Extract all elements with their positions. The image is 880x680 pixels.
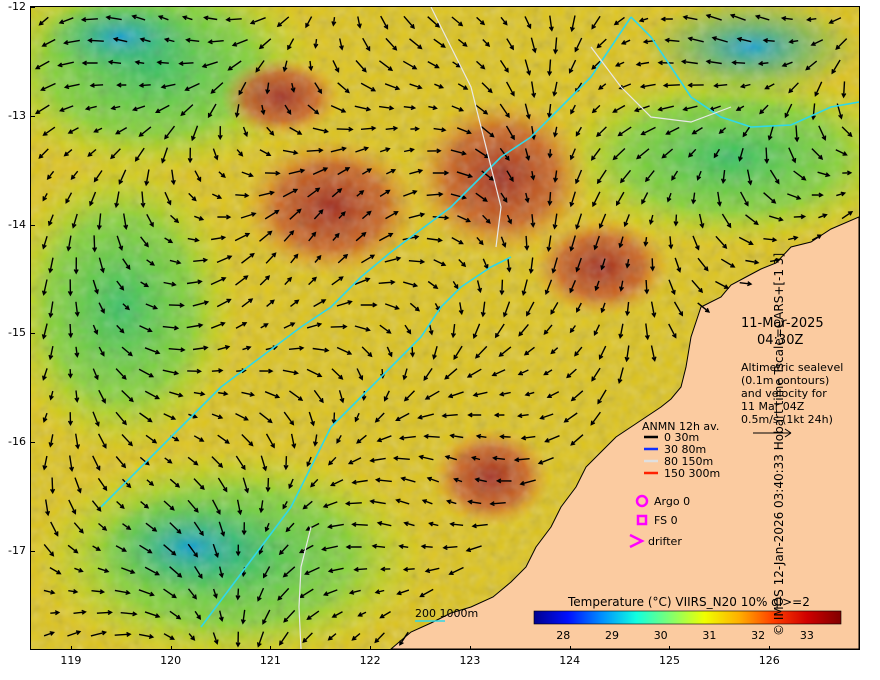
y-tick-mark — [31, 333, 35, 335]
colorbar-tick-label: 28 — [556, 629, 570, 642]
desc-line-1: Altimetric sealevel — [741, 361, 843, 374]
x-tick-mark — [70, 646, 72, 650]
y-tick-label: -13 — [8, 108, 26, 122]
y-tick-label: -12 — [8, 0, 26, 13]
y-tick-mark — [31, 115, 35, 117]
x-tick-label: 120 — [160, 654, 182, 667]
sst-velocity-map[interactable]: 11-Mar-2025 04:30Z Altimetric sealevel (… — [31, 7, 859, 649]
colorbar-bar — [533, 610, 842, 625]
map-panel[interactable]: 11-Mar-2025 04:30Z Altimetric sealevel (… — [30, 6, 860, 650]
bathymetry-legend: 200 1000m — [415, 607, 478, 622]
desc-line-5: 0.5m/s (1kt 24h) — [741, 413, 833, 426]
x-tick-label: 121 — [259, 654, 281, 667]
y-tick-mark — [31, 224, 35, 226]
y-tick-label: -15 — [8, 326, 26, 340]
legend-item-label: 150 300m — [664, 467, 720, 480]
y-tick-mark — [31, 442, 35, 444]
y-tick-label: -16 — [8, 435, 26, 449]
x-tick-mark — [370, 646, 372, 650]
colorbar-tick-label: 29 — [605, 629, 619, 642]
drifter-label: drifter — [648, 535, 682, 548]
x-tick-mark — [270, 646, 272, 650]
bathymetry-label: 200 1000m — [415, 607, 478, 620]
x-tick-mark — [569, 646, 571, 650]
x-tick-mark — [669, 646, 671, 650]
x-tick-label: 123 — [459, 654, 481, 667]
x-tick-label: 122 — [359, 654, 381, 667]
y-tick-mark — [31, 7, 35, 8]
argo-label: Argo 0 — [654, 495, 690, 508]
colorbar-tick-label: 32 — [751, 629, 765, 642]
colorbar-tick-label: 33 — [800, 629, 814, 642]
x-tick-mark — [469, 646, 471, 650]
x-tick-label: 126 — [758, 654, 780, 667]
x-tick-label: 125 — [658, 654, 680, 667]
credit-text: © IMOS 12-Jan-2026 03:40:33 Hobart time … — [772, 252, 786, 636]
x-tick-label: 124 — [559, 654, 581, 667]
x-tick-mark — [170, 646, 172, 650]
y-tick-label: -14 — [8, 217, 26, 231]
colorbar-tick-label: 30 — [654, 629, 668, 642]
fs-label: FS 0 — [654, 514, 678, 527]
x-tick-label: 119 — [60, 654, 82, 667]
y-tick-label: -17 — [8, 544, 26, 558]
y-tick-mark — [31, 551, 35, 553]
x-tick-mark — [769, 646, 771, 650]
colorbar-tick-label: 31 — [702, 629, 716, 642]
